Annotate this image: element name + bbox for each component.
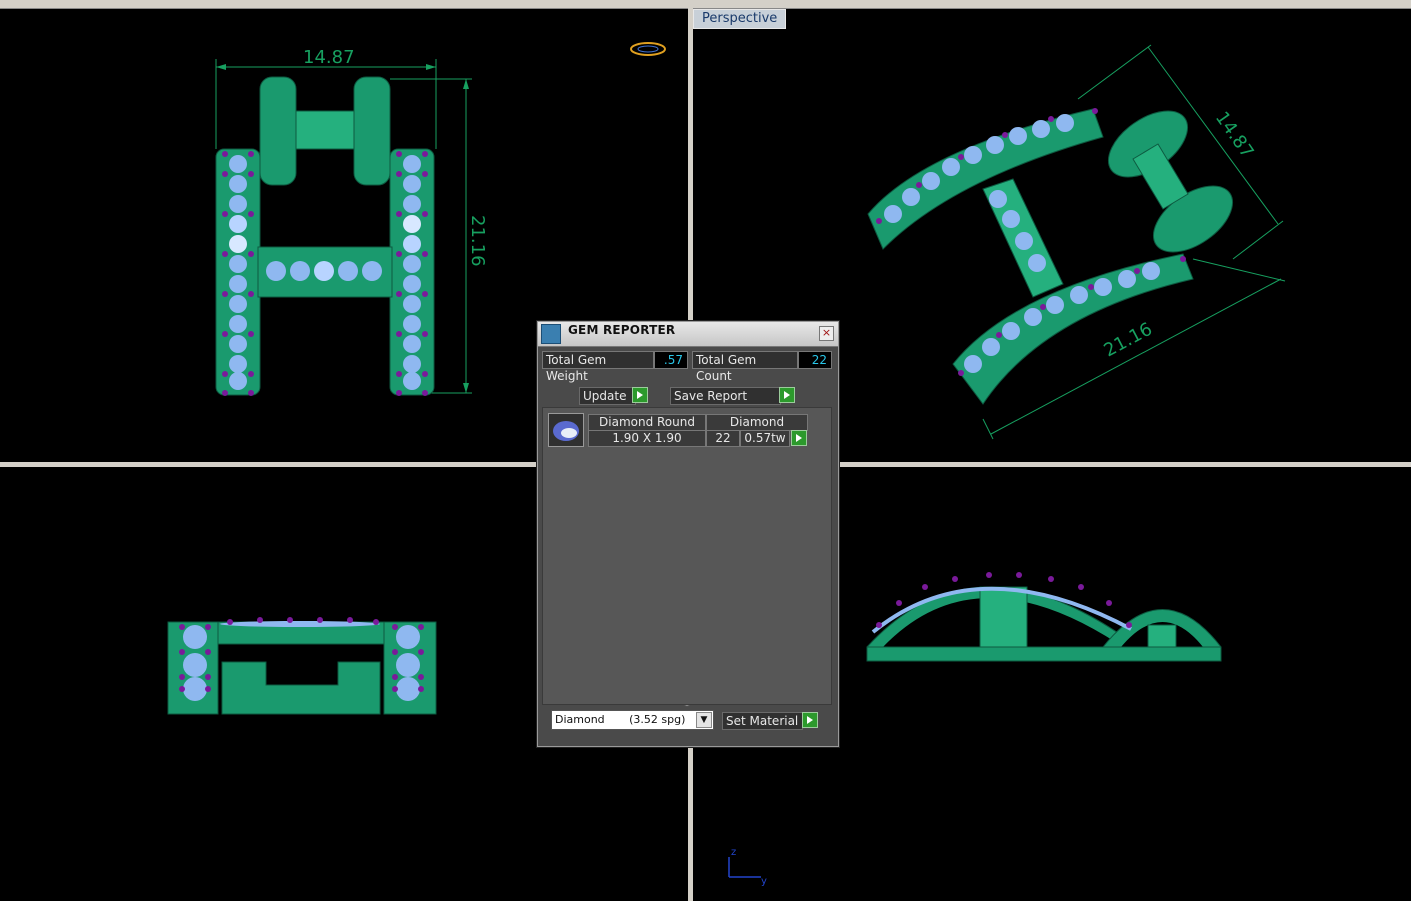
close-icon[interactable]: × xyxy=(819,326,834,341)
gem-list: Diamond Round Diamond 1.90 X 1.90 22 0.5… xyxy=(542,407,832,705)
dim-top-height: 21.16 xyxy=(467,215,488,267)
chevron-down-icon[interactable]: ▼ xyxy=(696,712,712,728)
gem-size-cell: 1.90 X 1.90 xyxy=(588,430,706,447)
diamond-round-icon xyxy=(548,413,584,447)
set-material-button[interactable]: Set Material xyxy=(722,712,803,730)
total-gem-count-label: Total Gem Count xyxy=(692,351,798,383)
update-go-icon[interactable] xyxy=(632,387,648,403)
material-select[interactable]: Diamond (3.52 spg) ▼ xyxy=(551,710,714,730)
gem-reporter-titlebar[interactable]: GEM REPORTER × xyxy=(538,322,838,347)
column-shape: Diamond Round xyxy=(588,414,706,431)
gem-reporter-title: GEM REPORTER xyxy=(568,323,676,337)
set-material-go-icon[interactable] xyxy=(802,712,818,728)
axis-gizmo-icon xyxy=(728,857,761,878)
total-gem-weight-value: .57 xyxy=(654,351,688,369)
save-report-go-icon[interactable] xyxy=(779,387,795,403)
gem-reporter-panel: GEM REPORTER × Total Gem Weight .57 Tota… xyxy=(537,321,839,747)
dim-persp-length: 21.16 xyxy=(1100,319,1155,362)
dim-persp-width: 14.87 xyxy=(1211,108,1258,162)
column-material: Diamond xyxy=(706,414,808,431)
gem-reporter-icon xyxy=(541,324,561,344)
material-select-value: Diamond (3.52 spg) xyxy=(555,713,686,726)
update-button[interactable]: Update xyxy=(579,387,636,405)
dim-top-width: 14.87 xyxy=(303,47,355,68)
total-gem-count-value: 22 xyxy=(798,351,832,369)
total-gem-weight-label: Total Gem Weight xyxy=(542,351,654,383)
gem-row-go-icon[interactable] xyxy=(791,430,807,446)
gem-weight-cell: 0.57tw xyxy=(740,430,790,447)
save-report-button[interactable]: Save Report xyxy=(670,387,781,405)
perspective-label[interactable]: Perspective xyxy=(693,9,787,29)
gem-count-cell: 22 xyxy=(706,430,740,447)
top-toolbar-strip xyxy=(0,0,1411,9)
